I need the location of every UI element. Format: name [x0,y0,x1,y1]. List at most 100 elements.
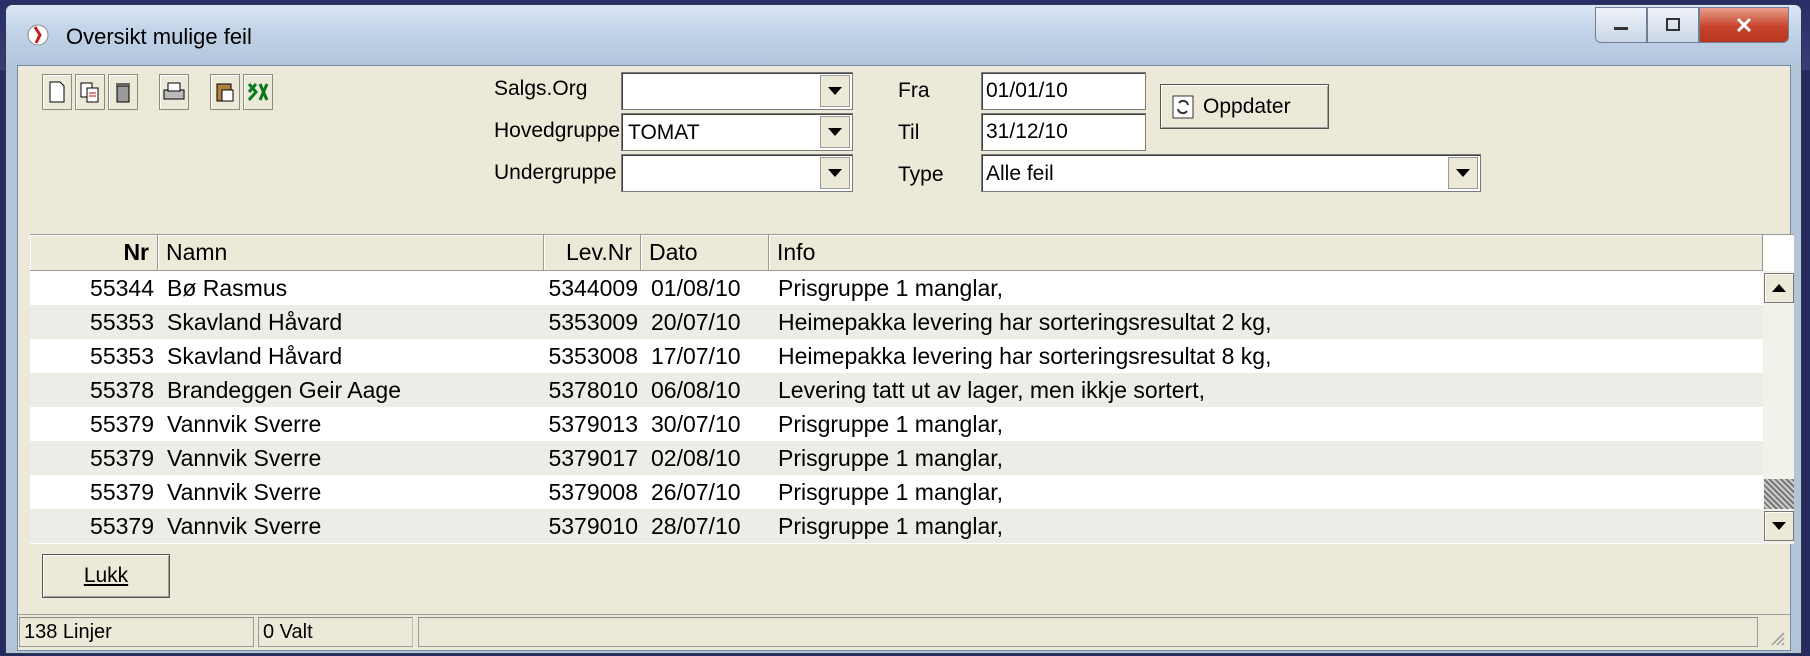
maximize-button[interactable] [1647,7,1699,43]
table-row[interactable]: 55379 Vannvik Sverre 5379013 30/07/10 Prisgr… [30,407,1763,441]
cell-dato: 28/07/10 [651,513,741,539]
undergruppe-dropdown-button[interactable] [820,157,850,189]
column-header-info[interactable]: Info [769,235,1763,270]
table-row[interactable]: 55344 Bø Rasmus 5344009 01/08/10 Prisgruppe … [30,271,1763,305]
oppdater-label: Oppdater [1203,94,1291,118]
cell-levnr: 5353009 [548,309,638,335]
fra-label: Fra [898,79,930,102]
table-row[interactable]: 55378 Brandeggen Geir Aage 5378010 06/08/10… [30,373,1763,407]
cell-namn: Vannvik Sverre [167,513,322,539]
undergruppe-select[interactable] [621,154,853,192]
oppdater-button[interactable]: Oppdater [1160,84,1329,129]
copy-icon [80,82,99,103]
cell-namn: Vannvik Sverre [167,479,322,505]
hovedgruppe-value: TOMAT [628,121,700,144]
column-header-dato[interactable]: Dato [641,235,769,270]
cell-namn: Bø Rasmus [167,275,288,301]
cell-levnr: 5379017 [548,445,638,471]
cell-nr: 55379 [90,513,154,539]
hovedgruppe-label: Hovedgruppe [494,119,621,142]
cell-levnr: 5344009 [548,275,638,301]
cell-dato: 01/08/10 [651,275,741,301]
lukk-label: Lukk [83,564,129,587]
scroll-thumb[interactable] [1764,479,1794,509]
cell-namn: Vannvik Sverre [167,445,322,471]
hovedgruppe-select[interactable]: TOMAT [621,113,853,151]
type-value: Alle feil [986,162,1054,185]
table-row[interactable]: 55353 Skavland Håvard 5353009 20/07/10 Heime… [30,305,1763,339]
type-select[interactable]: Alle feil [981,154,1481,192]
main-window: Oversikt mulige feil Salgs.Org Hovedgrup… [5,4,1802,654]
salgs-org-select[interactable] [621,72,853,110]
minimize-icon [1614,27,1628,30]
cell-levnr: 5353008 [548,343,638,369]
table-row[interactable]: 55379 Vannvik Sverre 5379010 28/07/10 Prisgr… [30,509,1763,543]
til-date-input[interactable] [981,113,1146,151]
results-grid: Nr Namn Lev.Nr Dato Info 55344 Bø Rasmus 5… [30,234,1794,544]
cell-namn: Skavland Håvard [167,343,343,369]
print-button[interactable] [159,74,189,110]
title-bar[interactable]: Oversikt mulige feil [6,5,1801,63]
status-line-count: 138 Linjer [19,617,254,647]
cell-info: Prisgruppe 1 manglar, [778,513,1004,539]
excel-icon [247,83,269,101]
cell-namn: Brandeggen Geir Aage [167,377,402,403]
window-title: Oversikt mulige feil [66,24,252,49]
table-row[interactable]: 55353 Skavland Håvard 5353008 17/07/10 Heime… [30,339,1763,373]
print-icon [163,82,185,100]
hovedgruppe-dropdown-button[interactable] [820,116,850,148]
chevron-down-icon [1456,169,1470,177]
close-icon [1736,17,1752,33]
type-dropdown-button[interactable] [1448,157,1478,189]
copy-button[interactable] [75,74,105,110]
minimize-button[interactable] [1595,7,1647,43]
cell-dato: 02/08/10 [651,445,741,471]
salgs-org-dropdown-button[interactable] [820,75,850,107]
app-icon [27,24,49,46]
new-document-icon [49,81,65,103]
cell-dato: 20/07/10 [651,309,741,335]
maximize-icon [1666,18,1680,31]
cell-levnr: 5379008 [548,479,638,505]
chevron-up-icon [1772,284,1786,292]
cell-info: Prisgruppe 1 manglar, [778,275,1004,301]
fra-date-input[interactable] [981,72,1146,110]
refresh-icon [1172,95,1194,118]
lukk-button[interactable]: Lukk [42,554,170,598]
delete-icon [116,83,130,103]
cell-nr: 55379 [90,411,154,437]
cell-info: Heimepakka levering har sorteringsresult… [778,343,1272,369]
chevron-down-icon [828,169,842,177]
column-header-namn[interactable]: Namn [158,235,544,270]
cell-nr: 55353 [90,309,154,335]
scroll-up-button[interactable] [1764,273,1794,303]
cell-info: Heimepakka levering har sorteringsresult… [778,309,1272,335]
resize-grip-icon[interactable] [1768,629,1786,647]
scroll-down-button[interactable] [1764,511,1794,541]
type-label: Type [898,163,944,186]
cell-levnr: 5379013 [548,411,638,437]
client-area: Salgs.Org Hovedgruppe TOMAT Undergruppe … [17,65,1794,651]
cell-info: Prisgruppe 1 manglar, [778,479,1004,505]
cell-levnr: 5378010 [548,377,638,403]
table-row[interactable]: 55379 Vannvik Sverre 5379008 26/07/10 Prisgr… [30,475,1763,509]
undergruppe-label: Undergruppe [494,161,617,184]
delete-button[interactable] [108,74,138,110]
salgs-org-label: Salgs.Org [494,77,588,100]
cell-namn: Vannvik Sverre [167,411,322,437]
status-selected-count: 0 Valt [258,617,413,647]
cell-info: Prisgruppe 1 manglar, [778,411,1004,437]
grid-header: Nr Namn Lev.Nr Dato Info [30,235,1763,271]
column-header-levnr[interactable]: Lev.Nr [544,235,641,270]
vertical-scrollbar[interactable] [1763,271,1794,544]
new-button[interactable] [42,74,72,110]
cell-dato: 30/07/10 [651,411,741,437]
paste-button[interactable] [210,74,240,110]
table-row[interactable]: 55379 Vannvik Sverre 5379017 02/08/10 Prisgr… [30,441,1763,475]
til-label: Til [898,121,920,144]
paste-icon [216,83,234,102]
chevron-down-icon [828,87,842,95]
column-header-nr[interactable]: Nr [30,235,158,270]
close-button[interactable] [1699,7,1789,43]
excel-export-button[interactable] [243,74,273,110]
